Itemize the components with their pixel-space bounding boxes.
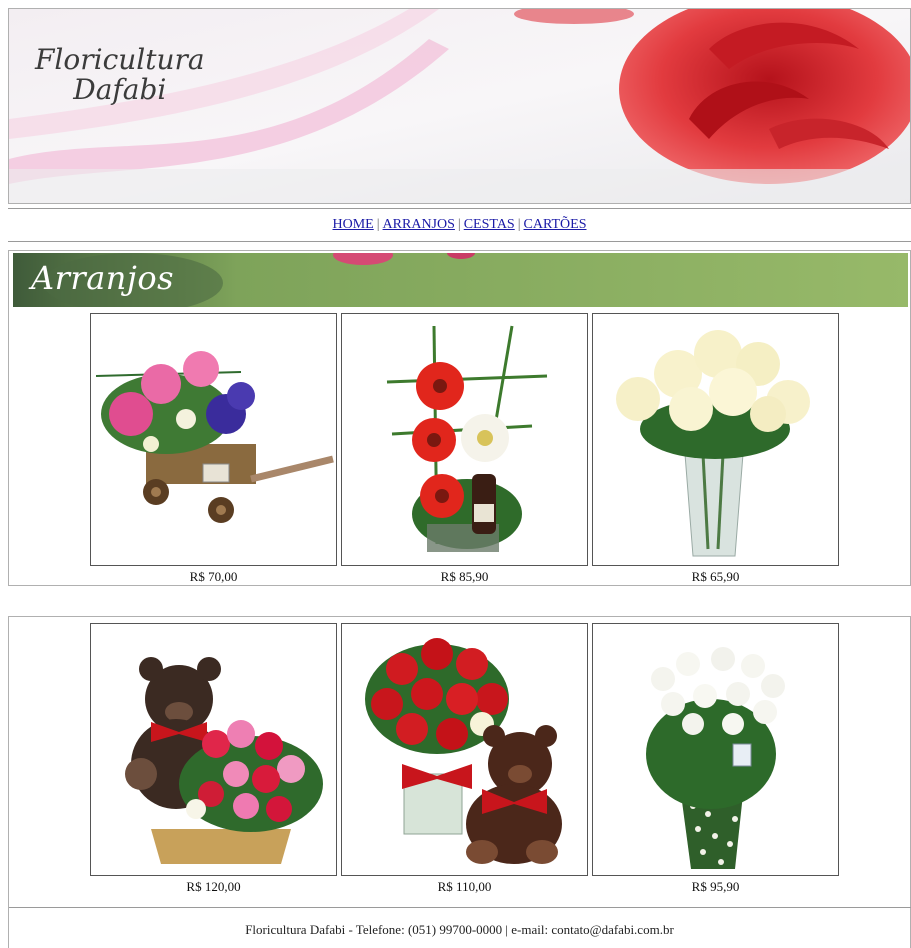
gerbera-wine-arrangement-icon	[342, 314, 587, 565]
product-price: R$ 85,90	[440, 569, 489, 584]
white-roses-polka-pot-icon	[593, 624, 838, 875]
main-nav: HOME | ARRANJOS | CESTAS | CARTÕES	[8, 208, 911, 242]
product-image[interactable]	[90, 313, 337, 566]
nav-arranjos-link[interactable]: ARRANJOS	[383, 217, 455, 232]
product-card[interactable]: R$ 70,00	[90, 313, 337, 585]
product-card[interactable]: R$ 65,90	[592, 313, 839, 585]
nav-cartoes-link[interactable]: CARTÕES	[524, 217, 587, 232]
product-price: R$ 65,90	[691, 569, 740, 584]
teddy-bear-basket-icon	[91, 624, 336, 875]
header-banner-image	[9, 9, 910, 203]
footer-text: Floricultura Dafabi - Telefone: (051) 99…	[245, 922, 674, 937]
product-price: R$ 95,90	[691, 879, 740, 894]
logo-line2: Dafabi	[73, 73, 167, 106]
footer-divider	[9, 907, 911, 908]
white-roses-vase-icon	[593, 314, 838, 565]
nav-home-link[interactable]: HOME	[333, 217, 374, 232]
section-title: Arranjos	[31, 259, 174, 297]
product-image[interactable]	[592, 623, 839, 876]
product-card[interactable]: R$ 85,90	[341, 313, 588, 585]
section-banner: Arranjos	[13, 253, 908, 307]
red-roses-teddy-bear-icon	[342, 624, 587, 875]
nav-separator: |	[517, 217, 521, 232]
products-section-2: R$ 120,00 R$ 110,00 R$ 95,90 Floricultur…	[8, 616, 911, 948]
logo-line1: Floricultura	[35, 43, 205, 76]
product-price: R$ 110,00	[437, 879, 492, 894]
header-banner: Floricultura Dafabi	[8, 8, 911, 204]
product-image[interactable]	[90, 623, 337, 876]
product-card[interactable]: R$ 95,90	[592, 623, 839, 895]
nav-separator: |	[376, 217, 380, 232]
nav-cestas-link[interactable]: CESTAS	[464, 217, 515, 232]
product-card[interactable]: R$ 110,00	[341, 623, 588, 895]
flower-cart-arrangement-icon	[91, 314, 336, 565]
product-card[interactable]: R$ 120,00	[90, 623, 337, 895]
product-price: R$ 120,00	[186, 879, 241, 894]
product-price: R$ 70,00	[189, 569, 238, 584]
products-section-1: Arranjos R$ 70,00 R$ 85,90 R$ 65,90	[8, 250, 911, 586]
product-image[interactable]	[341, 623, 588, 876]
product-image[interactable]	[592, 313, 839, 566]
product-image[interactable]	[341, 313, 588, 566]
nav-separator: |	[457, 217, 461, 232]
logo[interactable]: Floricultura Dafabi	[35, 45, 205, 105]
